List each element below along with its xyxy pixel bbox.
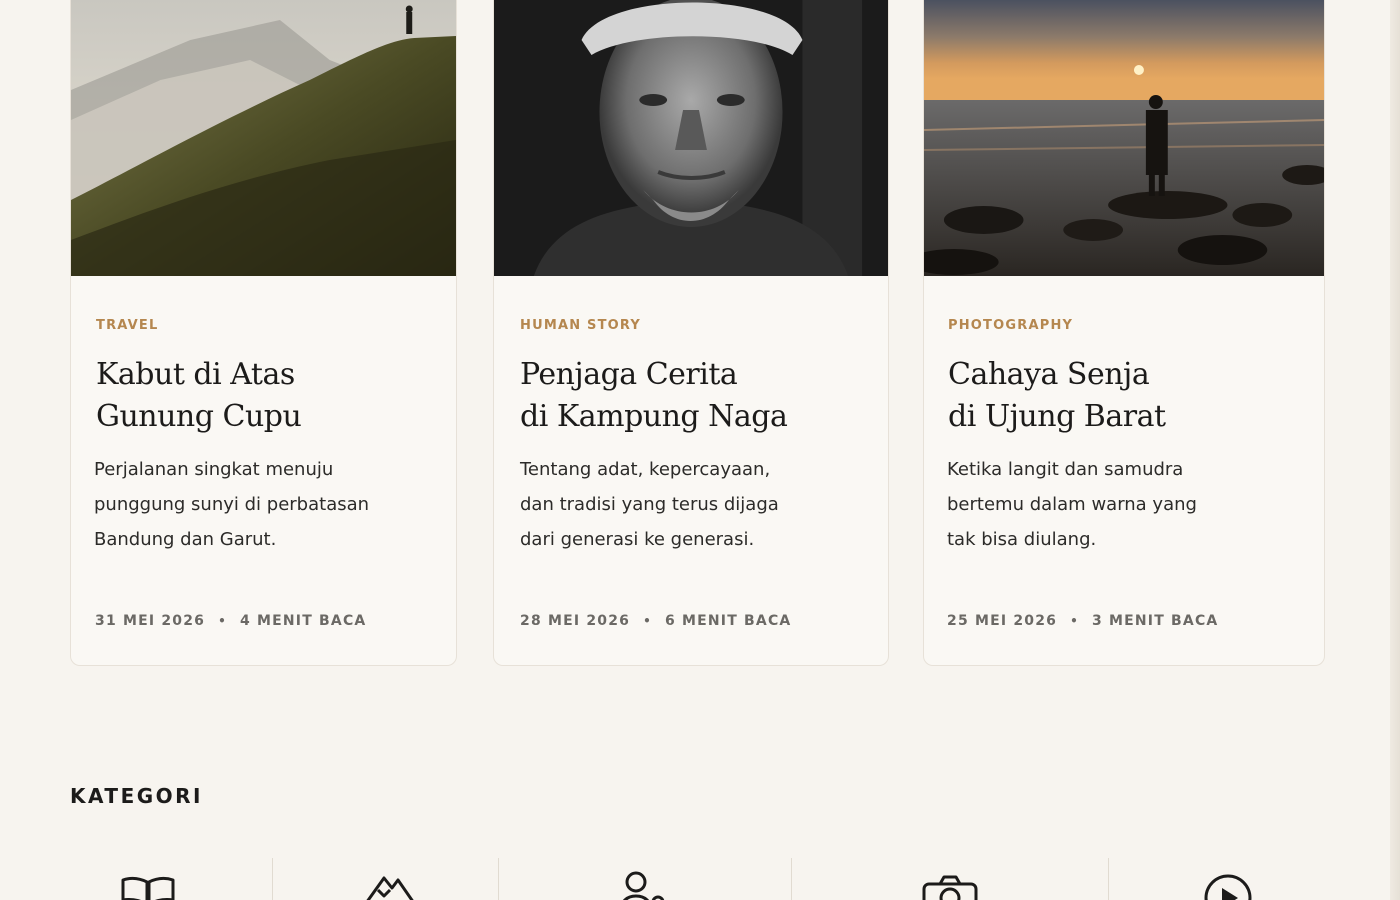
people-icon — [623, 871, 665, 900]
category-travel[interactable] — [358, 866, 422, 900]
article-card-1[interactable]: TRAVEL Kabut di Atas Gunung Cupu Perjala… — [70, 0, 457, 666]
sunset-photo — [924, 0, 1324, 276]
meta-separator: • — [643, 614, 652, 628]
category-human-story[interactable] — [606, 866, 670, 900]
article-read-time: 6 MENIT BACA — [664, 613, 792, 629]
category-divider — [1108, 858, 1109, 900]
category-divider — [791, 858, 792, 900]
article-image-portrait[interactable] — [494, 0, 888, 276]
article-card-3[interactable]: PHOTOGRAPHY Cahaya Senja di Ujung Barat … — [923, 0, 1325, 666]
article-read-time: 4 MENIT BACA — [239, 613, 367, 629]
category-divider — [272, 858, 273, 900]
article-meta: 31 MEI 2026 • 4 MENIT BACA — [95, 613, 366, 629]
camera-icon — [922, 875, 978, 900]
book-icon — [121, 876, 175, 900]
category-divider — [498, 858, 499, 900]
meta-separator: • — [218, 614, 227, 628]
article-read-time: 3 MENIT BACA — [1091, 613, 1219, 629]
article-title[interactable]: Kabut di Atas Gunung Cupu — [96, 354, 302, 438]
mountain-icon — [366, 876, 414, 900]
article-card-2[interactable]: HUMAN STORY Penjaga Cerita di Kampung Na… — [493, 0, 889, 666]
play-icon — [1204, 874, 1252, 900]
article-image-sunset[interactable] — [924, 0, 1324, 276]
portrait-photo — [494, 0, 888, 276]
article-title[interactable]: Cahaya Senja di Ujung Barat — [948, 354, 1166, 438]
article-excerpt: Perjalanan singkat menuju punggung sunyi… — [94, 459, 370, 550]
article-category[interactable]: TRAVEL — [96, 318, 158, 333]
article-category[interactable]: PHOTOGRAPHY — [948, 318, 1073, 333]
article-excerpt: Tentang adat, kepercayaan, dan tradisi y… — [520, 459, 779, 550]
article-title[interactable]: Penjaga Cerita di Kampung Naga — [520, 354, 788, 438]
mountain-photo — [71, 0, 456, 276]
category-photography[interactable] — [918, 866, 982, 900]
article-image-mountain[interactable] — [71, 0, 456, 276]
article-date: 28 MEI 2026 — [520, 613, 631, 629]
category-books[interactable] — [116, 866, 180, 900]
page: TRAVEL Kabut di Atas Gunung Cupu Perjala… — [0, 0, 1400, 900]
article-date: 31 MEI 2026 — [95, 613, 206, 629]
article-meta: 28 MEI 2026 • 6 MENIT BACA — [520, 613, 791, 629]
category-row — [0, 858, 1400, 900]
categories-title: KATEGORI — [70, 784, 203, 808]
category-video[interactable] — [1196, 866, 1260, 900]
page-edge — [1390, 0, 1400, 900]
meta-separator: • — [1070, 614, 1079, 628]
article-date: 25 MEI 2026 — [947, 613, 1058, 629]
article-meta: 25 MEI 2026 • 3 MENIT BACA — [947, 613, 1218, 629]
article-category[interactable]: HUMAN STORY — [520, 318, 641, 333]
article-excerpt: Ketika langit dan samudra bertemu dalam … — [947, 459, 1197, 550]
